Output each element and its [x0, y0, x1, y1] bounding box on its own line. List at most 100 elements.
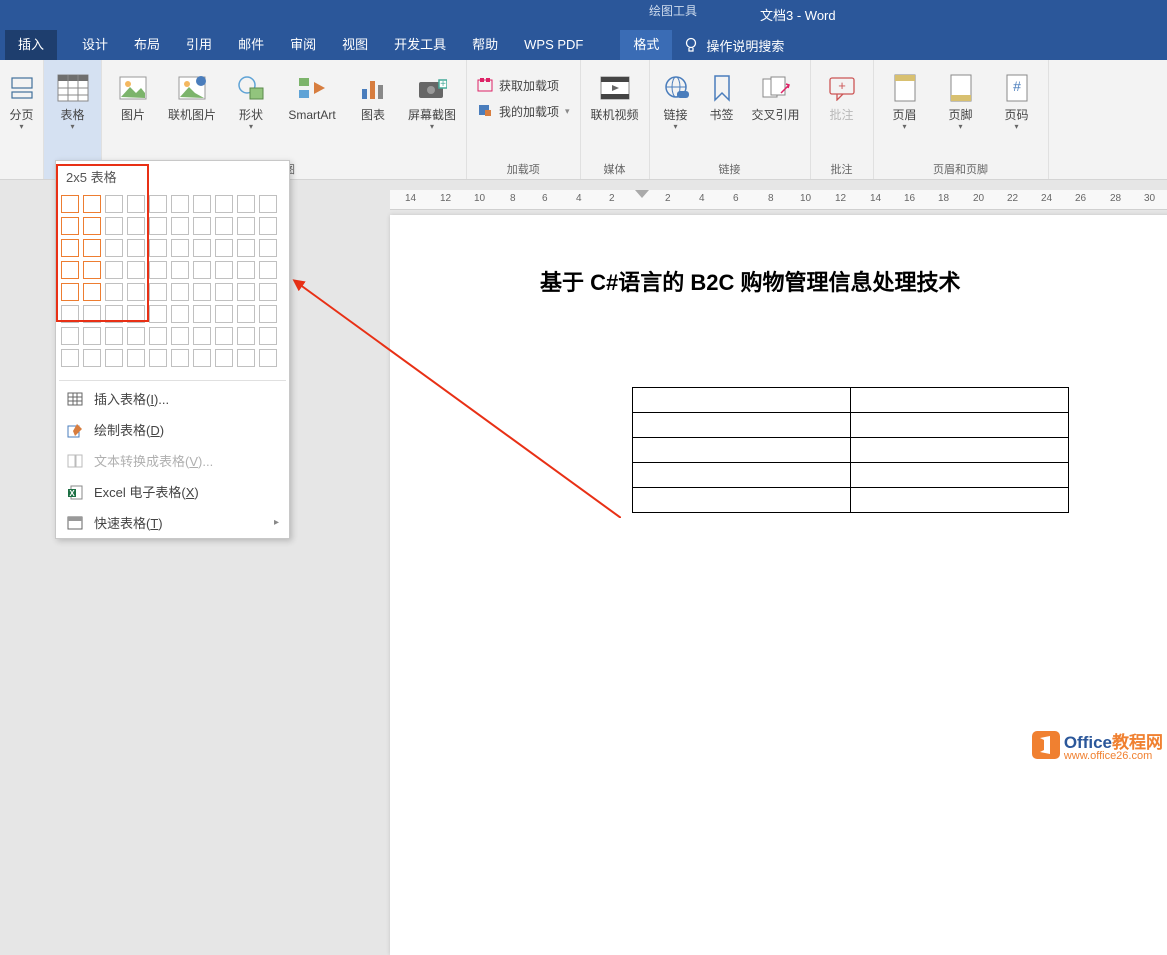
grid-cell[interactable] [237, 217, 255, 235]
grid-cell[interactable] [127, 217, 145, 235]
grid-cell[interactable] [83, 305, 101, 323]
grid-cell[interactable] [215, 195, 233, 213]
grid-cell[interactable] [259, 217, 277, 235]
grid-cell[interactable] [171, 305, 189, 323]
table-grid-picker[interactable] [56, 192, 289, 378]
grid-cell[interactable] [61, 283, 79, 301]
grid-cell[interactable] [83, 283, 101, 301]
grid-cell[interactable] [215, 349, 233, 367]
tab-design[interactable]: 设计 [69, 30, 121, 60]
link-button[interactable]: 链接 ▾ [656, 68, 696, 131]
grid-cell[interactable] [259, 327, 277, 345]
grid-cell[interactable] [61, 349, 79, 367]
grid-cell[interactable] [61, 195, 79, 213]
grid-cell[interactable] [127, 195, 145, 213]
grid-cell[interactable] [127, 327, 145, 345]
grid-cell[interactable] [127, 239, 145, 257]
grid-cell[interactable] [105, 283, 123, 301]
picture-button[interactable]: 图片 [108, 68, 158, 122]
grid-cell[interactable] [259, 195, 277, 213]
grid-cell[interactable] [83, 349, 101, 367]
tab-wps[interactable]: WPS PDF [511, 30, 596, 60]
grid-cell[interactable] [259, 349, 277, 367]
grid-cell[interactable] [215, 283, 233, 301]
grid-cell[interactable] [171, 327, 189, 345]
grid-cell[interactable] [61, 261, 79, 279]
grid-cell[interactable] [193, 195, 211, 213]
bookmark-button[interactable]: 书签 [702, 68, 742, 122]
grid-cell[interactable] [83, 327, 101, 345]
inserted-table[interactable] [632, 387, 1069, 513]
tab-insert[interactable]: 插入 [5, 30, 57, 60]
grid-cell[interactable] [105, 305, 123, 323]
grid-cell[interactable] [215, 261, 233, 279]
grid-cell[interactable] [259, 239, 277, 257]
page-break-button[interactable]: 分页 ▾ [4, 68, 40, 131]
grid-cell[interactable] [61, 305, 79, 323]
grid-cell[interactable] [215, 239, 233, 257]
grid-cell[interactable] [237, 283, 255, 301]
grid-cell[interactable] [237, 261, 255, 279]
smartart-button[interactable]: SmartArt [282, 68, 342, 122]
grid-cell[interactable] [149, 327, 167, 345]
tab-format[interactable]: 格式 [620, 30, 672, 60]
draw-table-item[interactable]: 绘制表格(D) [56, 414, 289, 445]
grid-cell[interactable] [149, 217, 167, 235]
tab-mailings[interactable]: 邮件 [225, 30, 277, 60]
grid-cell[interactable] [259, 261, 277, 279]
grid-cell[interactable] [61, 217, 79, 235]
grid-cell[interactable] [127, 349, 145, 367]
grid-cell[interactable] [83, 195, 101, 213]
grid-cell[interactable] [171, 349, 189, 367]
footer-button[interactable]: 页脚 ▾ [936, 68, 986, 131]
comment-button[interactable]: + 批注 [817, 68, 867, 122]
shapes-button[interactable]: 形状 ▾ [226, 68, 276, 131]
grid-cell[interactable] [127, 261, 145, 279]
grid-cell[interactable] [171, 283, 189, 301]
grid-cell[interactable] [237, 195, 255, 213]
grid-cell[interactable] [105, 239, 123, 257]
document-page[interactable]: 基于 C#语言的 B2C 购物管理信息处理技术 [390, 215, 1167, 955]
online-picture-button[interactable]: 联机图片 [164, 68, 220, 122]
grid-cell[interactable] [259, 283, 277, 301]
quick-tables-item[interactable]: 快速表格(T) ▸ [56, 507, 289, 538]
grid-cell[interactable] [149, 349, 167, 367]
grid-cell[interactable] [83, 261, 101, 279]
grid-cell[interactable] [171, 217, 189, 235]
document-heading[interactable]: 基于 C#语言的 B2C 购物管理信息处理技术 [540, 265, 1167, 297]
tab-review[interactable]: 审阅 [277, 30, 329, 60]
screenshot-button[interactable]: + 屏幕截图 ▾ [404, 68, 460, 131]
grid-cell[interactable] [61, 327, 79, 345]
grid-cell[interactable] [193, 261, 211, 279]
grid-cell[interactable] [127, 283, 145, 301]
grid-cell[interactable] [259, 305, 277, 323]
grid-cell[interactable] [193, 283, 211, 301]
header-button[interactable]: 页眉 ▾ [880, 68, 930, 131]
horizontal-ruler[interactable]: 1412108642246810121416182022242628303234 [390, 190, 1167, 210]
grid-cell[interactable] [61, 239, 79, 257]
grid-cell[interactable] [149, 261, 167, 279]
grid-cell[interactable] [171, 239, 189, 257]
excel-spreadsheet-item[interactable]: X Excel 电子表格(X) [56, 476, 289, 507]
tab-developer[interactable]: 开发工具 [381, 30, 459, 60]
grid-cell[interactable] [105, 349, 123, 367]
grid-cell[interactable] [105, 217, 123, 235]
tab-references[interactable]: 引用 [173, 30, 225, 60]
grid-cell[interactable] [83, 239, 101, 257]
grid-cell[interactable] [215, 305, 233, 323]
grid-cell[interactable] [237, 239, 255, 257]
grid-cell[interactable] [215, 217, 233, 235]
grid-cell[interactable] [237, 327, 255, 345]
grid-cell[interactable] [193, 349, 211, 367]
page-number-button[interactable]: # 页码 ▾ [992, 68, 1042, 131]
crossref-button[interactable]: 交叉引用 [748, 68, 804, 122]
grid-cell[interactable] [171, 195, 189, 213]
insert-table-item[interactable]: 插入表格(I)... [56, 383, 289, 414]
grid-cell[interactable] [237, 349, 255, 367]
tell-me-search[interactable]: 操作说明搜索 [672, 36, 784, 55]
online-video-button[interactable]: 联机视频 [587, 68, 643, 122]
my-addins-button[interactable]: 我的加载项 ▾ [473, 100, 574, 122]
grid-cell[interactable] [193, 239, 211, 257]
grid-cell[interactable] [149, 283, 167, 301]
tab-layout[interactable]: 布局 [121, 30, 173, 60]
